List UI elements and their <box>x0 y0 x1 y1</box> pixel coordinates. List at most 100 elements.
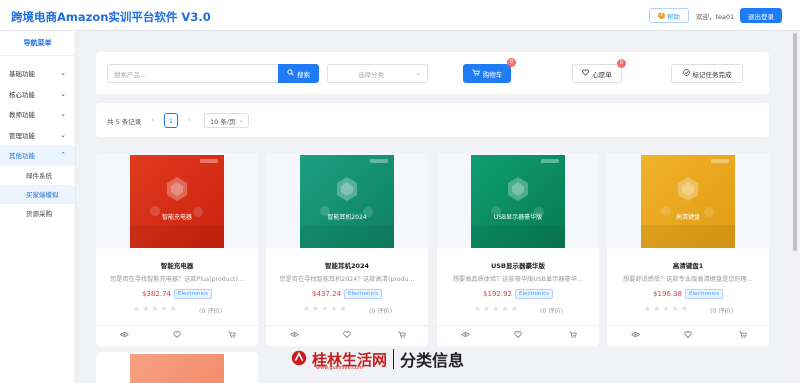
help-label: 帮助 <box>667 12 680 21</box>
task-label: 标记任务完成 <box>692 70 732 79</box>
cart-count-badge: 0 <box>507 58 516 67</box>
product-image-area: 智能充电器 <box>96 153 258 248</box>
sidebar-item-core[interactable]: 核心功能 ⌄ <box>0 84 75 105</box>
add-to-wishlist-heart-icon[interactable] <box>172 331 182 341</box>
category-placeholder: 选择分类 <box>358 70 384 79</box>
watermark-right-text: 分类信息 <box>400 351 465 370</box>
add-to-cart-icon[interactable] <box>568 331 578 341</box>
sidebar-subitem-mail[interactable]: 邮件系统 <box>0 166 75 185</box>
product-price: $437.24 <box>312 290 341 298</box>
product-image-text: 智能耳机2024 <box>327 214 367 221</box>
product-card[interactable]: USB显示器豪华版 USB显示器豪华版 想要高品质体验？这款豪华版USB显示器豪… <box>437 153 599 346</box>
chevron-up-icon: ⌃ <box>60 151 66 160</box>
wishlist-count-badge: 0 <box>617 59 626 68</box>
card-actions <box>96 325 258 346</box>
cart-button[interactable]: 购物车 0 <box>463 58 516 83</box>
sidebar-item-admin[interactable]: 管理功能 ⌄ <box>0 125 75 146</box>
rating-stars[interactable]: ★★★★★ <box>303 304 349 313</box>
category-select[interactable]: 选择分类 ⌄ <box>327 64 428 83</box>
product-card[interactable]: 高清键盘 高清键盘1 想要舒适感受？这款专业版高清键盘是您的理… $196.38… <box>607 153 769 346</box>
sidebar-item-basic[interactable]: 基础功能 ⌄ <box>0 63 75 84</box>
pagination-bar: 共 5 条记录 ‹ 1 › 10 条/页 ⌄ <box>96 103 769 137</box>
add-to-cart-icon[interactable] <box>738 331 748 341</box>
mark-task-complete-button[interactable]: 标记任务完成 <box>671 64 743 83</box>
sidebar-subitem-sourcing[interactable]: 货源采购 <box>0 204 75 223</box>
card-actions <box>607 325 769 346</box>
add-to-wishlist-heart-icon[interactable] <box>513 331 523 341</box>
cart-icon <box>472 69 480 78</box>
product-name[interactable]: 高清键盘1 <box>607 260 769 270</box>
review-count: (0 评价) <box>540 308 564 315</box>
watermark-divider <box>393 349 395 369</box>
view-eye-icon[interactable] <box>119 331 129 341</box>
product-image-area: USB显示器豪华版 <box>437 153 599 248</box>
search-label: 搜索 <box>297 70 310 79</box>
rating-stars[interactable]: ★★★★★ <box>133 304 179 313</box>
page-size-select[interactable]: 10 条/页 ⌄ <box>204 113 249 128</box>
chevron-down-icon: ⌄ <box>60 89 66 98</box>
product-image-text: 高清键盘 <box>675 214 700 221</box>
product-name[interactable]: 智能充电器 <box>96 260 258 270</box>
search-button[interactable]: 搜索 <box>278 64 319 83</box>
add-to-wishlist-heart-icon[interactable] <box>683 331 693 341</box>
nav-title: 导航菜单 <box>0 31 75 56</box>
product-name[interactable]: USB显示器豪华版 <box>437 260 599 270</box>
logout-button[interactable]: 退出登录 <box>740 8 782 23</box>
product-image-text: 智能充电器 <box>161 214 192 221</box>
product-card[interactable]: 智能充电器 智能充电器 您是否在寻找智能充电器？这款Plus(product)…… <box>96 153 258 346</box>
search-input[interactable]: 搜索产品... <box>107 64 278 83</box>
add-to-wishlist-heart-icon[interactable] <box>342 331 352 341</box>
wishlist-label: 心愿单 <box>592 70 612 79</box>
product-image[interactable]: 智能充电器 <box>130 155 224 248</box>
product-description: 想要舒适感受？这款专业版高清键盘是您的理… <box>623 276 753 283</box>
product-description: 您是否在寻找智能耳机2024？这款高清(produ… <box>279 276 415 283</box>
rating-stars[interactable]: ★★★★★ <box>474 304 520 313</box>
price-row: $196.38 Electronics <box>607 289 769 299</box>
wishlist-button[interactable]: 心愿单 0 <box>572 59 626 83</box>
product-description: 想要高品质体验？这款豪华版USB显示器豪华… <box>452 276 584 283</box>
chevron-down-icon: ⌄ <box>60 69 66 78</box>
price-row: $437.24 Electronics <box>266 289 428 299</box>
add-to-cart-icon[interactable] <box>397 331 407 341</box>
product-image[interactable]: 高清键盘 <box>641 155 735 248</box>
product-image <box>130 354 224 383</box>
search-icon <box>287 69 294 78</box>
search-toolbar: 搜索产品... 搜索 选择分类 ⌄ 购物车 0 心愿单 0 标记任务完成 <box>96 52 769 94</box>
product-image-area: 智能耳机2024 <box>266 153 428 248</box>
check-circle-icon <box>682 69 690 78</box>
help-button[interactable]: ? 帮助 <box>649 8 689 23</box>
next-page-button[interactable]: › <box>183 113 195 127</box>
view-eye-icon[interactable] <box>460 331 470 341</box>
sidebar-item-label: 教师功能 <box>9 111 35 120</box>
category-tag: Electronics <box>173 289 212 299</box>
rating-stars[interactable]: ★★★★★ <box>644 304 690 313</box>
prev-page-button[interactable]: ‹ <box>147 113 159 127</box>
scrollbar-thumb[interactable] <box>793 33 797 251</box>
sidebar-item-teacher[interactable]: 教师功能 ⌄ <box>0 104 75 125</box>
category-tag: Electronics <box>684 289 723 299</box>
watermark-logo: 桂林生活网 www.guilinlife.com 分类信息 <box>290 343 510 375</box>
product-card[interactable]: 智能耳机2024 智能耳机2024 您是否在寻找智能耳机2024？这款高清(pr… <box>266 153 428 346</box>
chevron-down-icon: ⌄ <box>60 130 66 139</box>
sidebar-subitem-buyer-sim[interactable]: 买家端模拟 <box>0 184 75 204</box>
product-description: 您是否在寻找智能充电器？这款Plus(product)… <box>109 276 245 283</box>
chevron-down-icon: ⌄ <box>60 110 66 119</box>
product-price: $192.92 <box>483 290 512 298</box>
product-image[interactable]: 智能耳机2024 <box>300 155 394 248</box>
sidebar-item-label: 其他功能 <box>9 152 35 161</box>
sidebar-item-other[interactable]: 其他功能 ⌃ <box>0 145 75 166</box>
product-name[interactable]: 智能耳机2024 <box>266 260 428 270</box>
app-title: 跨境电商Amazon实训平台软件 V3.0 <box>11 10 211 24</box>
cart-label: 购物车 <box>482 70 503 79</box>
review-count: (0 评价) <box>199 308 223 315</box>
view-eye-icon[interactable] <box>289 331 299 341</box>
page-number[interactable]: 1 <box>164 113 178 128</box>
add-to-cart-icon[interactable] <box>227 331 237 341</box>
view-eye-icon[interactable] <box>630 331 640 341</box>
question-icon: ? <box>658 12 665 19</box>
price-row: $192.92 Electronics <box>437 289 599 299</box>
top-header: 跨境电商Amazon实训平台软件 V3.0 ? 帮助 欢迎，tea01 退出登录 <box>0 0 800 31</box>
product-image[interactable]: USB显示器豪华版 <box>471 155 565 248</box>
product-card-partial[interactable] <box>96 352 258 383</box>
heart-icon <box>582 69 590 78</box>
